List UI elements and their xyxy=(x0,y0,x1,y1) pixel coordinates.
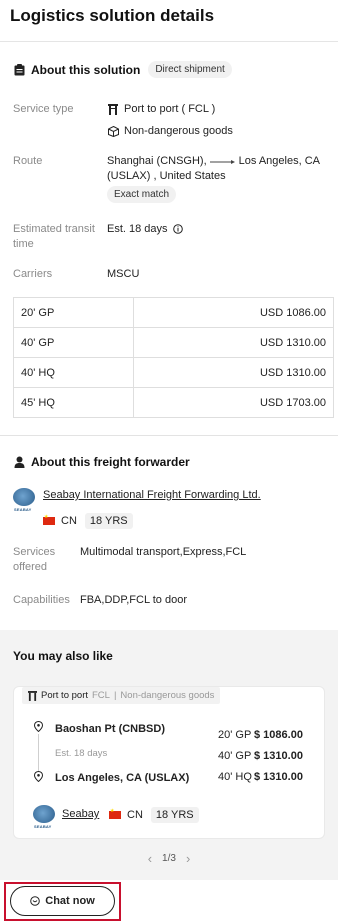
chat-icon xyxy=(30,896,41,906)
table-row: 40' GP USD 1310.00 xyxy=(12,327,334,358)
service-type-value: Port to port ( FCL ) xyxy=(124,103,216,115)
card-tags: Port to port FCL | Non-dangerous goods xyxy=(22,687,221,704)
route-line xyxy=(38,734,39,772)
route-destination-country: (USLAX) , United States xyxy=(107,170,226,182)
dest-pin-icon xyxy=(34,771,43,782)
carriers-value: MSCU xyxy=(107,268,140,280)
route-label: Route xyxy=(13,155,43,167)
forwarder-title: About this freight forwarder xyxy=(31,455,190,469)
carousel-pager: ‹ 1/3 › xyxy=(0,851,338,866)
card-price: $ 1086.00 xyxy=(254,729,303,741)
price-table: 20' GP USD 1086.00 40' GP USD 1310.00 40… xyxy=(12,297,334,418)
info-icon[interactable] xyxy=(172,224,183,234)
forwarder-meta: CN 18 YRS xyxy=(43,513,133,529)
seabay-logo-icon xyxy=(13,488,35,506)
table-row: 40' HQ USD 1310.00 xyxy=(12,357,334,388)
card-tag-sep: | xyxy=(113,690,117,701)
card-container: 40' GP xyxy=(218,750,252,762)
card-tag-mode: FCL xyxy=(92,690,110,701)
clipboard-icon xyxy=(13,63,25,76)
card-container: 40' HQ xyxy=(218,771,252,783)
container-type: 40' HQ xyxy=(12,357,135,388)
carriers-label: Carriers xyxy=(13,268,53,280)
transit-row: Estimated transit time Est. 18 days xyxy=(13,222,183,252)
port-icon xyxy=(107,104,119,115)
card-price-list: 20' GP $ 1086.00 40' GP $ 1310.00 40' HQ $ … xyxy=(218,725,303,788)
section-divider xyxy=(0,435,338,436)
route-destination: Los Angeles, CA xyxy=(238,155,320,167)
chat-now-button[interactable]: Chat now xyxy=(10,886,115,916)
service-type-row: Service type Port to port ( FCL ) Non-da… xyxy=(13,102,233,146)
route-origin: Shanghai (CNSGH), xyxy=(107,155,207,167)
capabilities-value: FBA,DDP,FCL to door xyxy=(80,594,187,606)
card-transit: Est. 18 days xyxy=(55,748,108,759)
card-container: 20' GP xyxy=(218,729,252,741)
card-tag-service: Port to port xyxy=(41,690,88,701)
card-tag-goods: Non-dangerous goods xyxy=(120,690,215,701)
container-type: 20' GP xyxy=(12,297,135,328)
service-type-label: Service type xyxy=(13,103,74,115)
pager-indicator: 1/3 xyxy=(162,853,176,864)
person-icon xyxy=(13,456,25,468)
about-solution-heading: About this solution Direct shipment xyxy=(13,61,232,78)
container-price: USD 1086.00 xyxy=(133,297,334,328)
exact-match-badge: Exact match xyxy=(107,186,177,203)
card-company-logo: SEABAY xyxy=(33,805,55,829)
route-arrow-icon xyxy=(209,159,236,165)
card-price: $ 1310.00 xyxy=(254,771,303,783)
container-type: 40' GP xyxy=(12,327,135,358)
card-destination: Los Angeles, CA (USLAX) xyxy=(55,772,190,784)
recommendation-card[interactable]: Port to port FCL | Non-dangerous goods B… xyxy=(13,686,325,839)
china-flag-icon xyxy=(43,514,55,525)
pager-next-button[interactable]: › xyxy=(186,851,190,866)
forwarder-country: CN xyxy=(61,515,77,527)
services-value: Multimodal transport,Express,FCL xyxy=(80,546,247,558)
forwarder-years-badge: 18 YRS xyxy=(84,513,133,529)
page-header: Logistics solution details xyxy=(0,0,338,42)
forwarder-name-link[interactable]: Seabay International Freight Forwarding … xyxy=(43,489,261,501)
container-price: USD 1310.00 xyxy=(133,327,334,358)
table-row: 45' HQ USD 1703.00 xyxy=(12,387,334,418)
chat-now-label: Chat now xyxy=(45,895,95,907)
table-row: 20' GP USD 1086.00 xyxy=(12,297,334,328)
card-price: $ 1310.00 xyxy=(254,750,303,762)
port-icon xyxy=(28,690,37,701)
recommendations-title: You may also like xyxy=(13,649,113,663)
pager-prev-button[interactable]: ‹ xyxy=(148,851,152,866)
forwarder-heading: About this freight forwarder xyxy=(13,455,190,469)
capabilities-label: Capabilities xyxy=(13,594,70,606)
seabay-logo-icon xyxy=(33,805,55,823)
forwarder-logo: SEABAY xyxy=(13,488,35,512)
about-solution-title: About this solution xyxy=(31,62,141,77)
goods-type-value: Non-dangerous goods xyxy=(124,125,233,137)
card-origin: Baoshan Pt (CNBSD) xyxy=(55,723,166,735)
transit-value: Est. 18 days xyxy=(107,223,168,235)
box-icon xyxy=(107,126,119,137)
container-price: USD 1703.00 xyxy=(133,387,334,418)
transit-label: Estimated transit time xyxy=(13,223,95,250)
services-label: Services offered xyxy=(13,546,56,573)
card-company-link[interactable]: Seabay xyxy=(62,808,99,820)
card-years-badge: 18 YRS xyxy=(150,807,199,823)
container-price: USD 1310.00 xyxy=(133,357,334,388)
page-title: Logistics solution details xyxy=(10,6,215,25)
container-type: 45' HQ xyxy=(12,387,135,418)
carriers-row: Carriers MSCU xyxy=(13,267,139,282)
origin-pin-icon xyxy=(34,721,43,732)
china-flag-icon xyxy=(109,808,121,819)
card-company-meta: CN 18 YRS xyxy=(109,807,199,823)
route-row: Route Shanghai (CNSGH), Los Angeles, CA … xyxy=(13,154,332,203)
card-country: CN xyxy=(127,809,143,821)
direct-shipment-badge: Direct shipment xyxy=(148,61,232,78)
